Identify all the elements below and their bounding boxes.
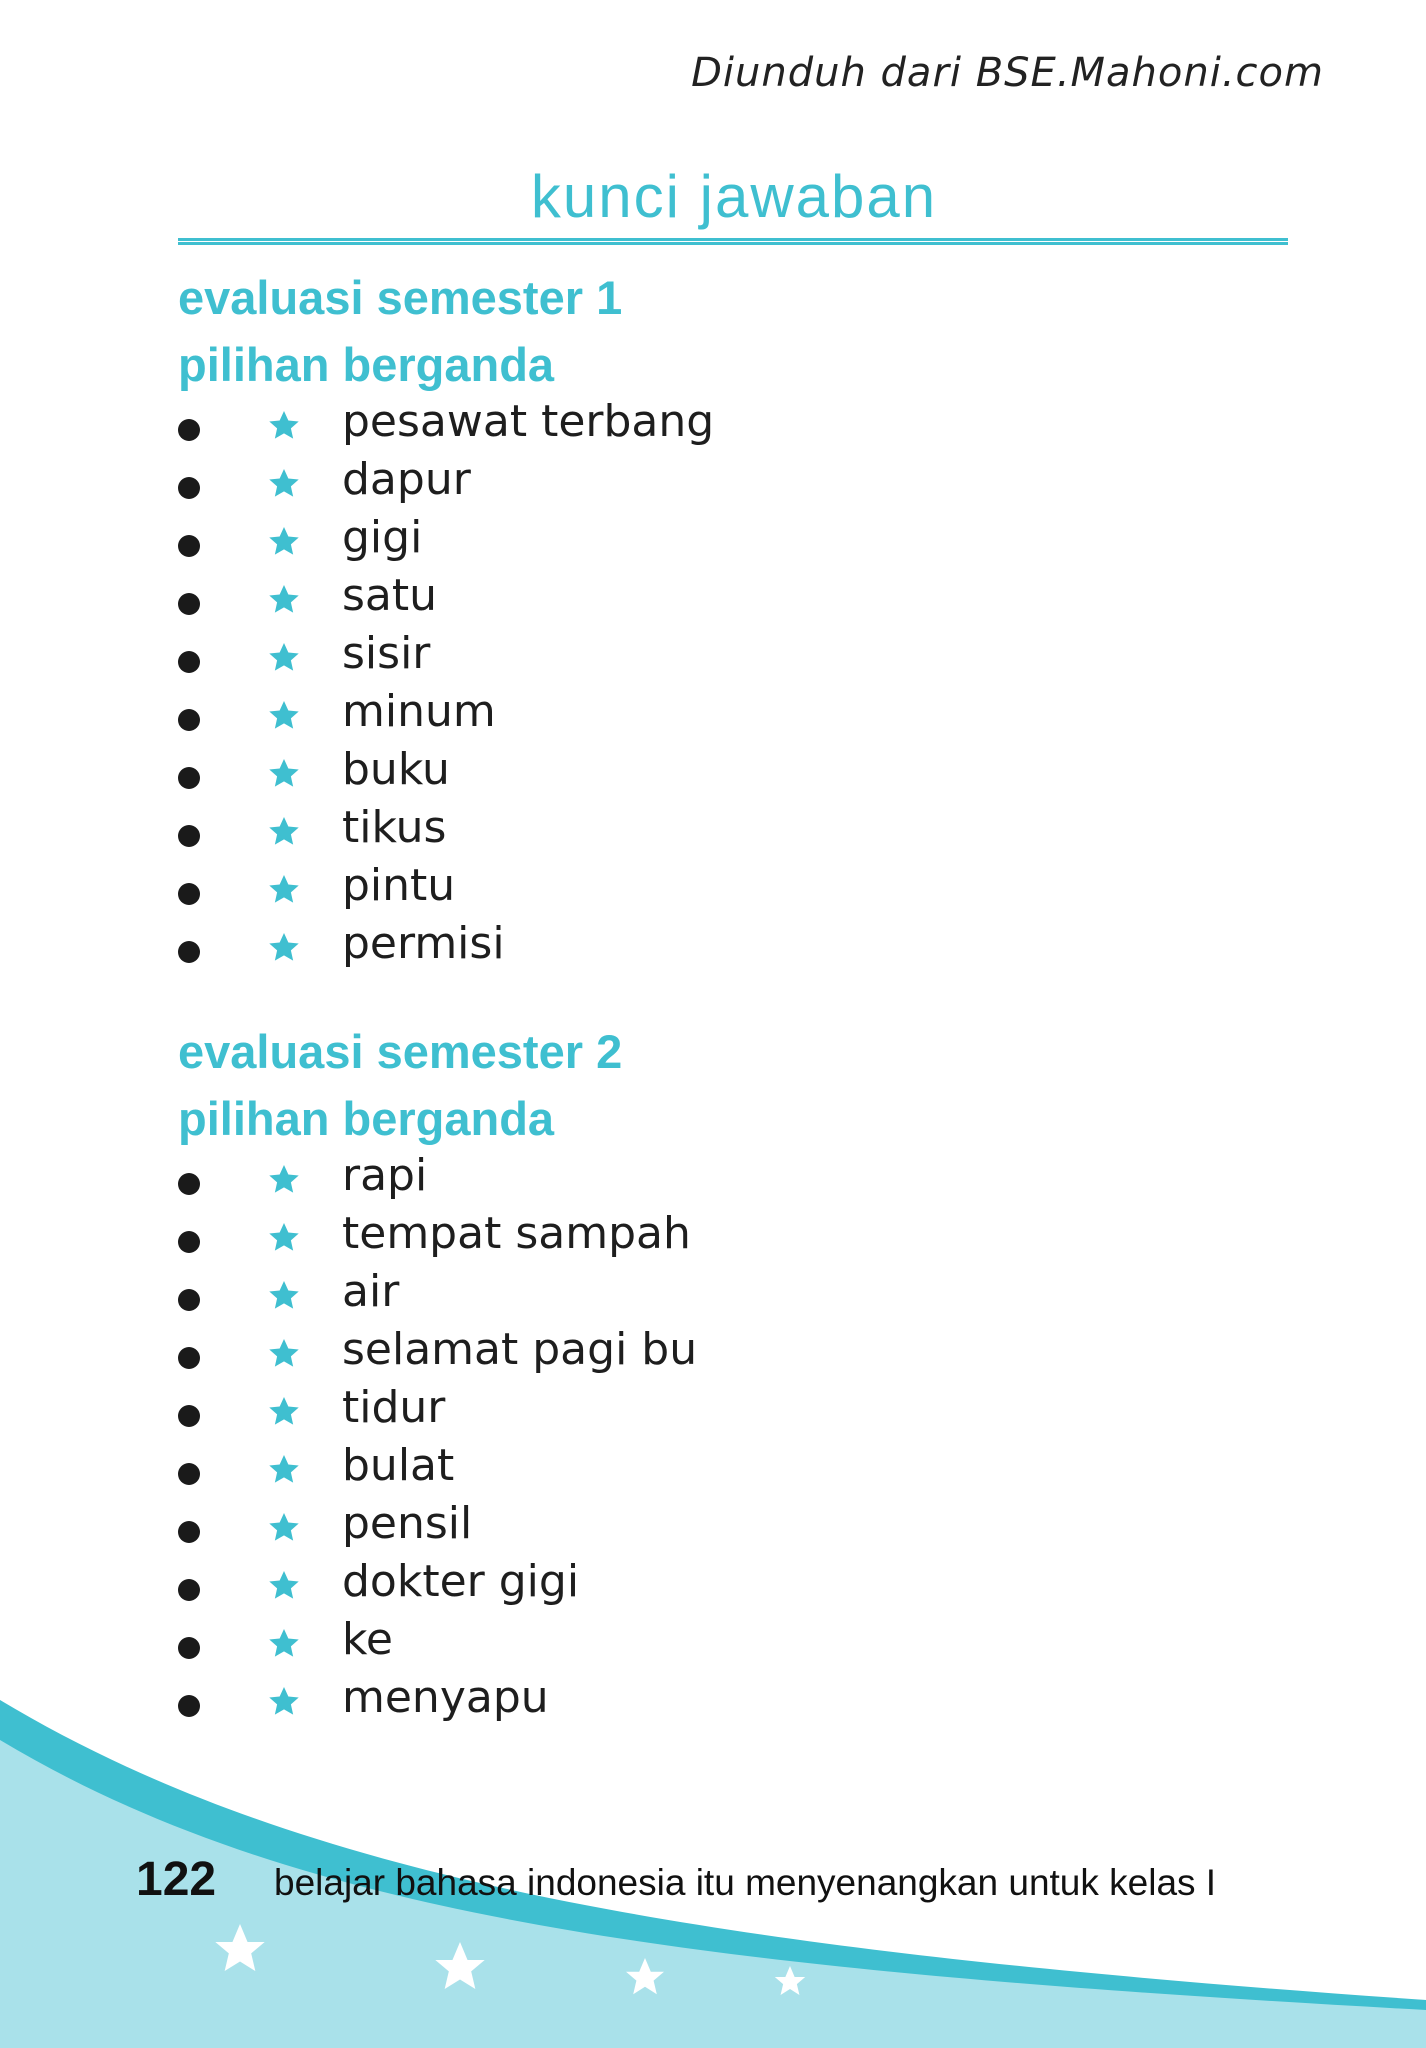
answer-text: minum — [342, 686, 496, 737]
bullet-dot-icon — [178, 767, 200, 789]
bullet-dot-icon — [178, 941, 200, 963]
star-icon — [269, 1513, 299, 1541]
bullet-dot-icon — [178, 825, 200, 847]
star-icon — [269, 1397, 299, 1425]
answer-text: pensil — [342, 1498, 473, 1549]
star-icon — [269, 527, 299, 555]
answer-text: satu — [342, 570, 438, 621]
star-icon — [269, 469, 299, 497]
bullet-dot-icon — [178, 593, 200, 615]
star-icon — [269, 1629, 299, 1657]
star-icon — [269, 817, 299, 845]
star-icon — [269, 759, 299, 787]
bullet-dot-icon — [178, 883, 200, 905]
star-icon — [269, 1165, 299, 1193]
star-icon — [269, 1455, 299, 1483]
star-icon — [269, 643, 299, 671]
answer-text: sisir — [342, 628, 431, 679]
bullet-dot-icon — [178, 535, 200, 557]
answer-text: tikus — [342, 802, 447, 853]
book-title-footer: belajar bahasa indonesia itu menyenangka… — [274, 1862, 1217, 1903]
answer-text: ke — [342, 1614, 393, 1665]
bullet-dot-icon — [178, 1521, 200, 1543]
answer-text: pintu — [342, 860, 456, 911]
bullet-dot-icon — [178, 477, 200, 499]
star-icon — [269, 585, 299, 613]
bullet-dot-icon — [178, 1405, 200, 1427]
page-title: kunci jawaban — [530, 163, 938, 230]
star-icon — [269, 1281, 299, 1309]
answer-text: air — [342, 1266, 400, 1317]
answer-text: gigi — [342, 512, 423, 563]
answer-text: pesawat terbang — [342, 396, 715, 447]
answer-text: dapur — [342, 454, 471, 505]
section-2-subheading: pilihan berganda — [178, 1092, 555, 1145]
bullet-dot-icon — [178, 1173, 200, 1195]
star-icon — [269, 411, 299, 439]
star-icon — [269, 933, 299, 961]
star-icon — [269, 875, 299, 903]
page-number: 122 — [136, 1853, 217, 1906]
bullet-dot-icon — [178, 419, 200, 441]
title-divider — [178, 238, 1288, 245]
section-1-heading: evaluasi semester 1 — [178, 271, 623, 324]
star-icon — [269, 1339, 299, 1367]
bullet-dot-icon — [178, 1579, 200, 1601]
answer-text: tidur — [342, 1382, 446, 1433]
star-icon — [269, 1571, 299, 1599]
star-icon — [269, 701, 299, 729]
bullet-dot-icon — [178, 1289, 200, 1311]
bullet-dot-icon — [178, 651, 200, 673]
answer-text: rapi — [342, 1150, 428, 1201]
answer-text: buku — [342, 744, 450, 795]
answer-text: tempat sampah — [342, 1208, 691, 1259]
answer-text: permisi — [342, 918, 505, 969]
answer-text: bulat — [342, 1440, 455, 1491]
answer-text: selamat pagi bu — [342, 1324, 698, 1375]
star-icon — [269, 1223, 299, 1251]
bullet-dot-icon — [178, 1637, 200, 1659]
answer-text: dokter gigi — [342, 1556, 580, 1607]
bullet-dot-icon — [178, 1231, 200, 1253]
watermark-text: Diunduh dari BSE.Mahoni.com — [691, 50, 1324, 96]
section-1-subheading: pilihan berganda — [178, 338, 555, 391]
bullet-dot-icon — [178, 1463, 200, 1485]
bullet-dot-icon — [178, 1347, 200, 1369]
section-2-heading: evaluasi semester 2 — [178, 1025, 623, 1078]
bullet-dot-icon — [178, 709, 200, 731]
